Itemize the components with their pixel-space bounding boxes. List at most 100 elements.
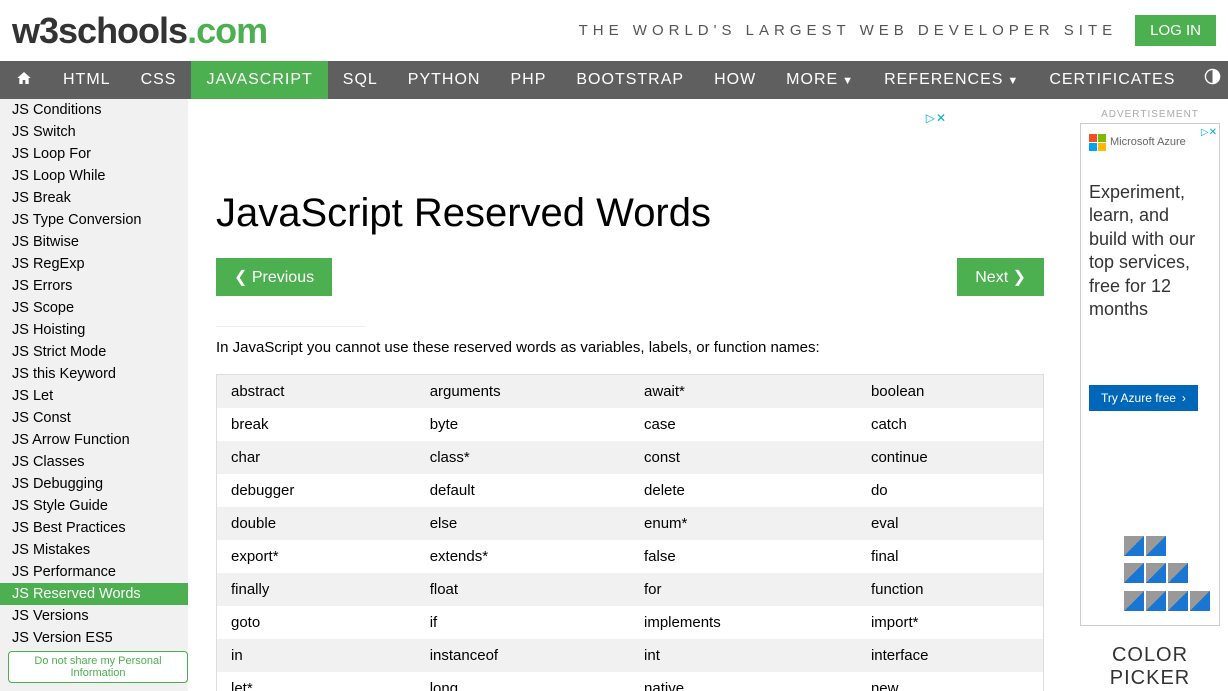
sidenav-item[interactable]: JS Loop For <box>0 143 188 165</box>
sidenav-item[interactable]: JS Conditions <box>0 99 188 121</box>
nav-javascript[interactable]: JAVASCRIPT <box>191 61 327 99</box>
sidenav-item[interactable]: JS Strict Mode <box>0 341 188 363</box>
nav-sql[interactable]: SQL <box>328 61 393 99</box>
nav-references[interactable]: REFERENCES ▼ <box>869 61 1034 99</box>
table-row: export*extends*falsefinal <box>217 540 1044 573</box>
table-row: debuggerdefaultdeletedo <box>217 474 1044 507</box>
site-header: w3schools.com THE WORLD'S LARGEST WEB DE… <box>0 0 1228 61</box>
top-nav: HTML CSS JAVASCRIPT SQL PYTHON PHP BOOTS… <box>0 61 1228 99</box>
word-cell: abstract <box>217 375 416 409</box>
nav-certificates[interactable]: CERTIFICATES <box>1034 61 1190 99</box>
ad-box[interactable]: ▷✕ Microsoft Azure Experiment, learn, an… <box>1080 123 1220 626</box>
sidenav-item[interactable]: JS Best Practices <box>0 517 188 539</box>
sidenav-item[interactable]: JS Hoisting <box>0 319 188 341</box>
word-cell: false <box>630 540 857 573</box>
ms-brand-text: Microsoft Azure <box>1110 135 1186 149</box>
sidenav-item[interactable]: JS Style Guide <box>0 495 188 517</box>
login-button[interactable]: LOG IN <box>1135 15 1216 46</box>
sidenav-item[interactable]: JS Performance <box>0 561 188 583</box>
contrast-button[interactable] <box>1190 61 1228 99</box>
table-row: ininstanceofintinterface <box>217 639 1044 672</box>
divider <box>216 326 366 327</box>
word-cell: native <box>630 672 857 691</box>
nav-html[interactable]: HTML <box>48 61 126 99</box>
sidenav-item[interactable]: JS Errors <box>0 275 188 297</box>
nav-home[interactable] <box>0 61 48 99</box>
word-cell: let* <box>217 672 416 691</box>
close-icon: ✕ <box>936 111 946 125</box>
word-cell: int <box>630 639 857 672</box>
word-cell: function <box>857 573 1044 606</box>
color-picker-title: COLOR PICKER <box>1080 644 1220 690</box>
nav-references-label: REFERENCES <box>884 71 1003 88</box>
sidenav-item[interactable]: JS Debugging <box>0 473 188 495</box>
sidenav-item[interactable]: JS RegExp <box>0 253 188 275</box>
caret-down-icon: ▼ <box>842 75 854 87</box>
ad-label: ADVERTISEMENT <box>1080 109 1220 120</box>
side-nav: JS Conditions JS Switch JS Loop For JS L… <box>0 99 188 691</box>
privacy-button[interactable]: Do not share my Personal Information <box>8 651 188 683</box>
reserved-words-table: abstractargumentsawait*boolean breakbyte… <box>216 374 1044 691</box>
sidenav-item[interactable]: JS Arrow Function <box>0 429 188 451</box>
page-layout: JS Conditions JS Switch JS Loop For JS L… <box>0 99 1228 691</box>
word-cell: await* <box>630 375 857 409</box>
adchoices-icon: ▷ <box>1201 127 1209 138</box>
caret-down-icon: ▼ <box>1007 75 1019 87</box>
word-cell: implements <box>630 606 857 639</box>
close-icon: ✕ <box>1209 127 1217 138</box>
word-cell: enum* <box>630 507 857 540</box>
word-cell: do <box>857 474 1044 507</box>
word-cell: delete <box>630 474 857 507</box>
table-row: finallyfloatforfunction <box>217 573 1044 606</box>
word-cell: import* <box>857 606 1044 639</box>
page-nav-buttons: ❮ Previous Next ❯ <box>216 258 1044 296</box>
intro-text: In JavaScript you cannot use these reser… <box>216 339 1044 356</box>
nav-more[interactable]: MORE ▼ <box>771 61 869 99</box>
word-cell: class* <box>416 441 630 474</box>
nav-howto[interactable]: HOW TO <box>699 61 771 99</box>
word-cell: double <box>217 507 416 540</box>
nav-php[interactable]: PHP <box>495 61 561 99</box>
contrast-icon <box>1204 70 1221 89</box>
sidenav-item[interactable]: JS Const <box>0 407 188 429</box>
word-cell: if <box>416 606 630 639</box>
word-cell: debugger <box>217 474 416 507</box>
word-cell: long <box>416 672 630 691</box>
sidenav-item[interactable]: JS Let <box>0 385 188 407</box>
nav-more-label: MORE <box>786 71 838 88</box>
sidenav-item[interactable]: JS Bitwise <box>0 231 188 253</box>
previous-button[interactable]: ❮ Previous <box>216 258 332 296</box>
word-cell: char <box>217 441 416 474</box>
nav-bootstrap[interactable]: BOOTSTRAP <box>561 61 699 99</box>
nav-css[interactable]: CSS <box>126 61 192 99</box>
sidenav-item[interactable]: JS Version ES5 <box>0 627 188 649</box>
sidenav-item[interactable]: JS Mistakes <box>0 539 188 561</box>
sidenav-item[interactable]: JS Classes <box>0 451 188 473</box>
table-row: gotoifimplementsimport* <box>217 606 1044 639</box>
word-cell: export* <box>217 540 416 573</box>
sidenav-item[interactable]: JS this Keyword <box>0 363 188 385</box>
word-cell: for <box>630 573 857 606</box>
sidenav-item-active[interactable]: JS Reserved Words <box>0 583 188 605</box>
sidenav-item[interactable]: JS Type Conversion <box>0 209 188 231</box>
sidenav-item[interactable]: JS Switch <box>0 121 188 143</box>
word-cell: break <box>217 408 416 441</box>
ad-choices[interactable]: ▷✕ <box>926 111 946 125</box>
nav-python[interactable]: PYTHON <box>393 61 496 99</box>
word-cell: case <box>630 408 857 441</box>
ad-corner-icons[interactable]: ▷✕ <box>1201 126 1217 139</box>
word-cell: finally <box>217 573 416 606</box>
logo[interactable]: w3schools.com <box>12 10 267 52</box>
sidenav-item[interactable]: JS Loop While <box>0 165 188 187</box>
header-right: THE WORLD'S LARGEST WEB DEVELOPER SITE L… <box>579 15 1216 46</box>
word-cell: goto <box>217 606 416 639</box>
word-cell: byte <box>416 408 630 441</box>
sidenav-item[interactable]: JS Break <box>0 187 188 209</box>
cubes-graphic <box>1123 535 1211 618</box>
sidenav-item[interactable]: JS Versions <box>0 605 188 627</box>
next-button[interactable]: Next ❯ <box>957 258 1044 296</box>
azure-cta-button[interactable]: Try Azure free› <box>1089 385 1198 411</box>
adchoices-icon: ▷ <box>926 111 935 125</box>
sidenav-item[interactable]: JS Scope <box>0 297 188 319</box>
word-cell: else <box>416 507 630 540</box>
